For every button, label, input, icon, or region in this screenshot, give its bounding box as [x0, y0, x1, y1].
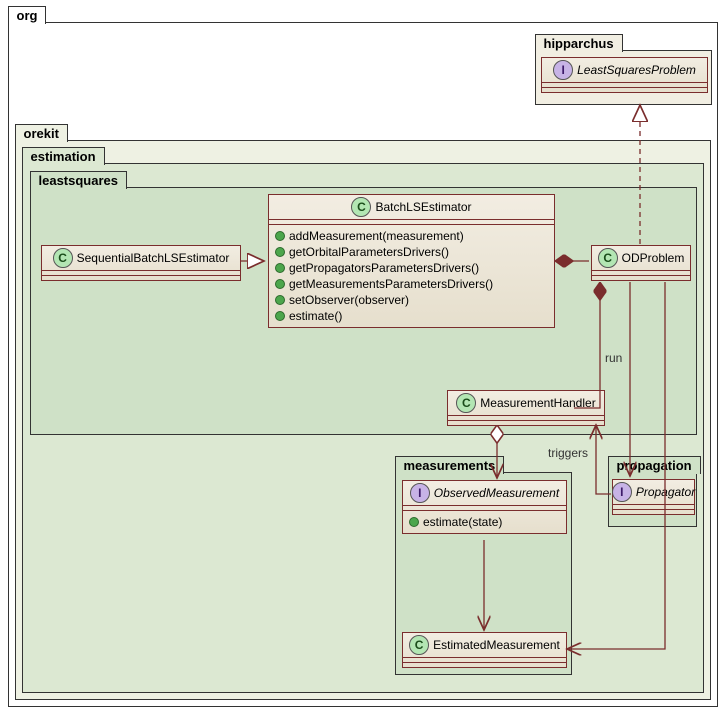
visibility-icon: [409, 517, 419, 527]
method: getOrbitalParametersDrivers(): [289, 245, 449, 259]
method: setObserver(observer): [289, 293, 409, 307]
class-name: ObservedMeasurement: [434, 486, 559, 500]
method-row: getMeasurementsParametersDrivers(): [275, 276, 548, 292]
visibility-icon: [275, 263, 285, 273]
package-leastsquares: leastsquares C SequentialBatchLSEstimato…: [30, 187, 697, 435]
class-icon: C: [598, 248, 618, 268]
visibility-icon: [275, 279, 285, 289]
package-orekit-tab: orekit: [15, 124, 68, 142]
class-odproblem: C ODProblem: [591, 245, 691, 281]
class-leastsquaresproblem: I LeastSquaresProblem: [541, 57, 708, 93]
package-hipparchus: hipparchus I LeastSquaresProblem: [535, 50, 712, 105]
method-row: estimate(): [275, 308, 548, 324]
method-row: estimate(state): [409, 514, 560, 530]
class-name: BatchLSEstimator: [375, 200, 471, 214]
class-propagator: I Propagator: [612, 479, 695, 515]
class-name: Propagator: [636, 485, 695, 499]
class-observedmeasurement: I ObservedMeasurement estimate(state): [402, 480, 567, 534]
class-name: SequentialBatchLSEstimator: [77, 251, 230, 265]
method: getMeasurementsParametersDrivers(): [289, 277, 493, 291]
class-icon: C: [456, 393, 476, 413]
package-measurements-tab: measurements: [395, 456, 505, 474]
class-icon: C: [53, 248, 73, 268]
package-org-tab: org: [8, 6, 47, 24]
package-estimation-tab: estimation: [22, 147, 105, 165]
method: estimate(state): [423, 515, 502, 529]
visibility-icon: [275, 295, 285, 305]
class-name: LeastSquaresProblem: [577, 63, 696, 77]
visibility-icon: [275, 231, 285, 241]
package-propagation-tab: propagation: [608, 456, 701, 474]
class-sequentialbatchlsestimator: C SequentialBatchLSEstimator: [41, 245, 241, 281]
method-row: setObserver(observer): [275, 292, 548, 308]
label-triggers: triggers: [548, 446, 588, 460]
method-row: getPropagatorsParametersDrivers(): [275, 260, 548, 276]
method: getPropagatorsParametersDrivers(): [289, 261, 479, 275]
interface-icon: I: [410, 483, 430, 503]
interface-icon: I: [553, 60, 573, 80]
class-name: ODProblem: [622, 251, 685, 265]
class-batchlsestimator: C BatchLSEstimator addMeasurement(measur…: [268, 194, 555, 328]
class-estimatedmeasurement: C EstimatedMeasurement: [402, 632, 567, 668]
class-measurementhandler: C MeasurementHandler: [447, 390, 605, 426]
class-icon: C: [409, 635, 429, 655]
class-name: EstimatedMeasurement: [433, 638, 560, 652]
interface-icon: I: [612, 482, 632, 502]
package-measurements: measurements I ObservedMeasurement estim…: [395, 472, 572, 675]
visibility-icon: [275, 311, 285, 321]
visibility-icon: [275, 247, 285, 257]
package-hipparchus-tab: hipparchus: [535, 34, 623, 52]
method: addMeasurement(measurement): [289, 229, 464, 243]
method-row: getOrbitalParametersDrivers(): [275, 244, 548, 260]
class-icon: C: [351, 197, 371, 217]
package-propagation: propagation I Propagator: [608, 472, 697, 527]
class-name: MeasurementHandler: [480, 396, 595, 410]
method-row: addMeasurement(measurement): [275, 228, 548, 244]
package-leastsquares-tab: leastsquares: [30, 171, 128, 189]
method: estimate(): [289, 309, 342, 323]
label-run: run: [605, 351, 622, 365]
